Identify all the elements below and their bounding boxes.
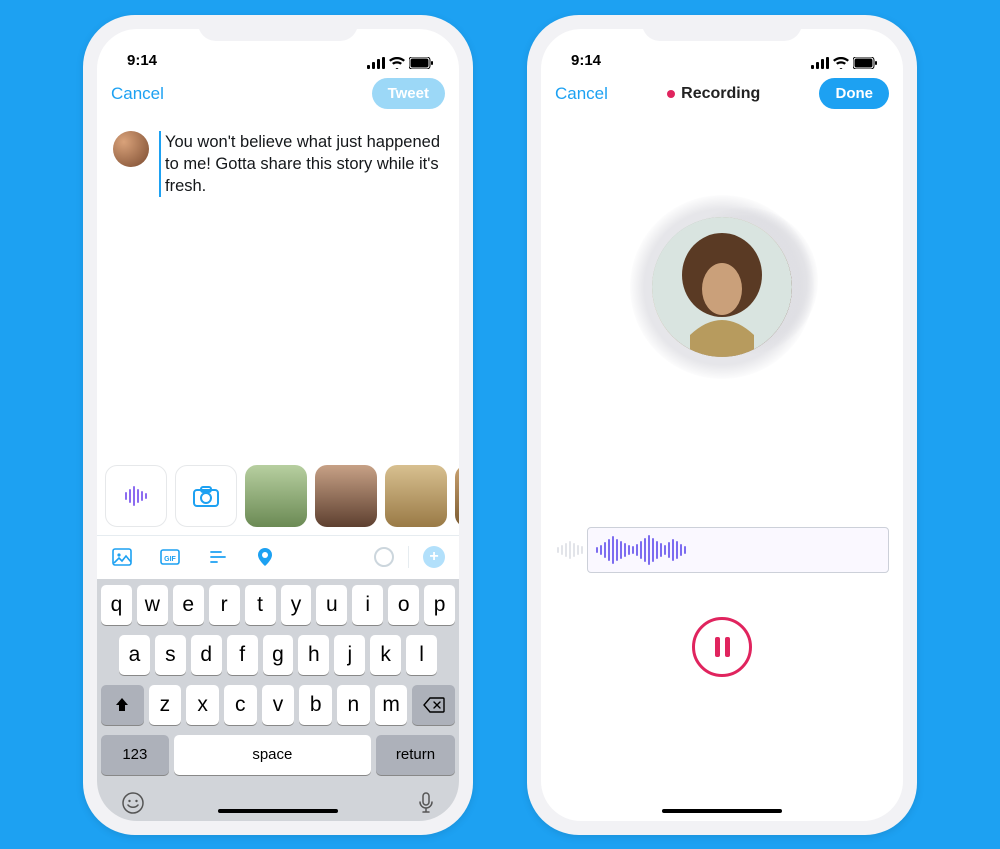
gif-icon[interactable]: GIF [159, 546, 181, 568]
key-m[interactable]: m [375, 685, 408, 725]
pause-icon [715, 637, 720, 657]
wifi-icon [833, 57, 849, 69]
add-thread-button[interactable]: + [423, 546, 445, 568]
keyboard: qwertyuiop asdfghjkl zxcvbnm 123 space r… [97, 579, 459, 821]
status-icons [811, 57, 877, 69]
pause-icon [725, 637, 730, 657]
key-t[interactable]: t [245, 585, 276, 625]
cancel-button[interactable]: Cancel [111, 84, 164, 104]
key-p[interactable]: p [424, 585, 455, 625]
pause-button[interactable] [692, 617, 752, 677]
compose-navbar: Cancel Tweet [97, 71, 459, 117]
key-k[interactable]: k [370, 635, 401, 675]
photo-thumbnail[interactable] [385, 465, 447, 527]
key-x[interactable]: x [186, 685, 219, 725]
person-illustration [652, 217, 792, 357]
mic-icon [417, 791, 435, 815]
key-o[interactable]: o [388, 585, 419, 625]
recording-navbar: Cancel Recording Done [541, 71, 903, 117]
status-time: 9:14 [571, 52, 601, 69]
battery-icon [409, 57, 433, 69]
emoji-key[interactable] [121, 791, 145, 815]
key-u[interactable]: u [316, 585, 347, 625]
return-key[interactable]: return [376, 735, 455, 775]
key-v[interactable]: v [262, 685, 295, 725]
numeric-key[interactable]: 123 [101, 735, 169, 775]
image-icon[interactable] [111, 546, 133, 568]
status-icons [367, 57, 433, 69]
shift-icon [113, 696, 131, 714]
key-s[interactable]: s [155, 635, 186, 675]
media-picker-row [97, 457, 459, 535]
key-y[interactable]: y [281, 585, 312, 625]
key-z[interactable]: z [149, 685, 182, 725]
record-dot-icon [667, 90, 675, 98]
waveform-track [541, 527, 903, 573]
key-e[interactable]: e [173, 585, 204, 625]
poll-icon[interactable] [207, 546, 229, 568]
location-icon[interactable] [255, 546, 275, 568]
photo-thumbnail[interactable] [455, 465, 459, 527]
shift-key[interactable] [101, 685, 144, 725]
tweet-button[interactable]: Tweet [372, 78, 445, 109]
avatar [652, 217, 792, 357]
key-j[interactable]: j [334, 635, 365, 675]
key-c[interactable]: c [224, 685, 257, 725]
cellular-icon [367, 57, 385, 69]
notch [198, 15, 358, 41]
audio-wave-icon [123, 485, 149, 507]
backspace-key[interactable] [412, 685, 455, 725]
key-n[interactable]: n [337, 685, 370, 725]
dictation-key[interactable] [417, 791, 435, 815]
camera-icon [193, 485, 219, 507]
photo-thumbnail[interactable] [315, 465, 377, 527]
cancel-button[interactable]: Cancel [555, 84, 608, 104]
battery-icon [853, 57, 877, 69]
toolbar-divider [408, 546, 409, 568]
recording-status: Recording [667, 85, 760, 103]
waveform-current[interactable] [587, 527, 889, 573]
cellular-icon [811, 57, 829, 69]
compose-toolbar: GIF + [97, 535, 459, 579]
svg-text:GIF: GIF [164, 556, 176, 563]
key-i[interactable]: i [352, 585, 383, 625]
key-r[interactable]: r [209, 585, 240, 625]
notch [642, 15, 802, 41]
key-w[interactable]: w [137, 585, 168, 625]
backspace-icon [423, 697, 445, 713]
recording-avatar [642, 207, 802, 367]
space-key[interactable]: space [174, 735, 371, 775]
wifi-icon [389, 57, 405, 69]
tweet-text-input[interactable]: You won't believe what just happened to … [159, 131, 443, 198]
key-h[interactable]: h [298, 635, 329, 675]
emoji-icon [121, 791, 145, 815]
status-time: 9:14 [127, 52, 157, 69]
camera-button[interactable] [175, 465, 237, 527]
home-indicator [218, 809, 338, 813]
photo-thumbnail[interactable] [245, 465, 307, 527]
char-count-circle [374, 547, 394, 567]
key-a[interactable]: a [119, 635, 150, 675]
key-b[interactable]: b [299, 685, 332, 725]
key-g[interactable]: g [263, 635, 294, 675]
phone-compose: 9:14 Cancel Tweet You won't believe what… [83, 15, 473, 835]
waveform-history [541, 530, 587, 570]
done-button[interactable]: Done [819, 78, 889, 109]
key-f[interactable]: f [227, 635, 258, 675]
avatar [113, 131, 149, 167]
key-d[interactable]: d [191, 635, 222, 675]
key-q[interactable]: q [101, 585, 132, 625]
key-l[interactable]: l [406, 635, 437, 675]
phone-recording: 9:14 Cancel Recording Done [527, 15, 917, 835]
home-indicator [662, 809, 782, 813]
voice-tweet-button[interactable] [105, 465, 167, 527]
